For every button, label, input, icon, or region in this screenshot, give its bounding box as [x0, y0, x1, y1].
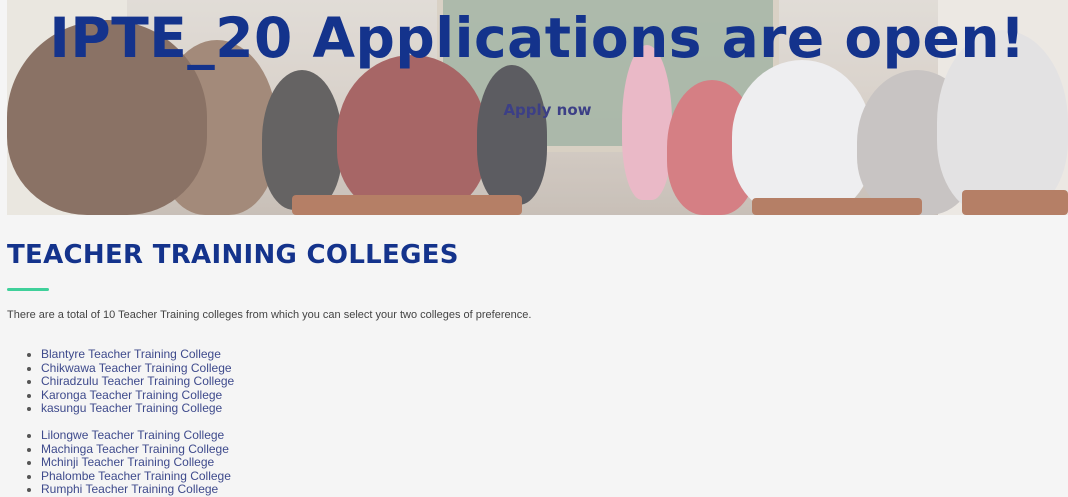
college-link[interactable]: Rumphi Teacher Training College [41, 482, 218, 497]
list-item: kasungu Teacher Training College [41, 402, 234, 416]
list-item: Blantyre Teacher Training College [41, 347, 234, 362]
list-item: Rumphi Teacher Training College [41, 483, 231, 497]
apply-now-link[interactable]: Apply now [7, 101, 1068, 119]
hero-banner: IPTE_20 Applications are open! Apply now [7, 0, 1068, 215]
list-item: Lilongwe Teacher Training College [41, 428, 231, 443]
college-link[interactable]: Phalombe Teacher Training College [41, 469, 231, 483]
college-list-1: Blantyre Teacher Training College Chikwa… [26, 347, 234, 416]
section-title: TEACHER TRAINING COLLEGES [7, 240, 459, 270]
list-item: Chiradzulu Teacher Training College [41, 374, 234, 389]
college-link[interactable]: Mchinji Teacher Training College [41, 455, 214, 469]
college-link[interactable]: Lilongwe Teacher Training College [41, 428, 224, 442]
college-link[interactable]: Chiradzulu Teacher Training College [41, 374, 234, 388]
list-item: Phalombe Teacher Training College [41, 469, 231, 484]
intro-text: There are a total of 10 Teacher Training… [7, 309, 532, 321]
list-item: Karonga Teacher Training College [41, 388, 234, 403]
list-item: Machinga Teacher Training College [41, 442, 231, 457]
page: IPTE_20 Applications are open! Apply now… [0, 0, 1068, 497]
college-link[interactable]: Chikwawa Teacher Training College [41, 361, 232, 375]
college-link[interactable]: kasungu Teacher Training College [41, 401, 222, 416]
title-accent-line [7, 288, 49, 291]
list-item: Mchinji Teacher Training College [41, 455, 231, 470]
list-item: Chikwawa Teacher Training College [41, 361, 234, 376]
college-link[interactable]: Karonga Teacher Training College [41, 388, 222, 402]
college-link[interactable]: Blantyre Teacher Training College [41, 347, 221, 361]
college-link[interactable]: Machinga Teacher Training College [41, 442, 229, 456]
college-list-2: Lilongwe Teacher Training College Machin… [26, 428, 231, 497]
hero-title: IPTE_20 Applications are open! [49, 6, 1026, 70]
